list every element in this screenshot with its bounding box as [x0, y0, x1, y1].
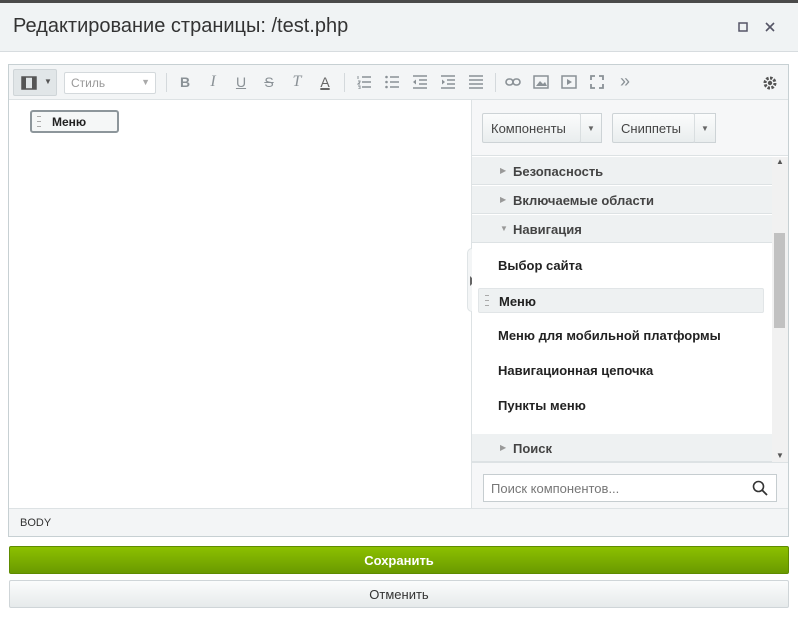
- panel-tabs: Компоненты ▼ Сниппеты ▼: [472, 100, 788, 156]
- toolbar-divider: [344, 73, 345, 92]
- fullscreen-icon[interactable]: [586, 72, 608, 92]
- drag-handle-icon: [37, 116, 41, 127]
- image-icon[interactable]: [530, 72, 552, 92]
- tree-item-label: Навигационная цепочка: [498, 363, 654, 378]
- scrollbar-thumb[interactable]: [774, 233, 785, 328]
- dialog-title: Редактирование страницы: /test.php: [13, 15, 349, 37]
- tree-item-label: Пункты меню: [498, 398, 586, 413]
- tab-components-dropdown[interactable]: ▼: [580, 113, 602, 143]
- tree-item-site-selector[interactable]: Выбор сайта: [478, 253, 764, 278]
- align-icon[interactable]: [465, 72, 487, 92]
- save-button[interactable]: Сохранить: [9, 546, 789, 574]
- scroll-up-icon[interactable]: ▲: [776, 157, 784, 166]
- tree-group-label: Безопасность: [513, 164, 604, 179]
- editor-toolbar: ▼ Стиль ▼ B I U S T A »: [9, 65, 788, 100]
- more-icon[interactable]: »: [614, 72, 636, 92]
- font-color-icon[interactable]: A: [314, 72, 336, 92]
- tree-group-search[interactable]: ▶ Поиск: [472, 434, 772, 462]
- components-panel: Компоненты ▼ Сниппеты ▼ ▶ Безопасность ▶…: [472, 100, 788, 508]
- tree-group-navigation[interactable]: ▼ Навигация: [472, 215, 772, 243]
- scroll-down-icon[interactable]: ▼: [776, 451, 784, 460]
- drag-handle-icon: [485, 295, 489, 306]
- chevron-down-icon: ▼: [141, 77, 150, 87]
- chevron-down-icon: ▼: [44, 77, 52, 86]
- dialog-titlebar: Редактирование страницы: /test.php: [0, 3, 798, 52]
- chevron-down-icon: ▼: [701, 124, 709, 133]
- tree-scrollbar[interactable]: ▲ ▼: [772, 157, 788, 462]
- tree-item-menu-items[interactable]: Пункты меню: [478, 393, 764, 418]
- unordered-list-icon[interactable]: [381, 72, 403, 92]
- tree-group-security[interactable]: ▶ Безопасность: [472, 157, 772, 185]
- caret-right-icon: ▶: [500, 195, 507, 204]
- tree-item-menu[interactable]: Меню: [478, 288, 764, 313]
- tab-snippets-dropdown[interactable]: ▼: [694, 113, 716, 143]
- bold-icon[interactable]: B: [174, 72, 196, 92]
- component-chip-menu[interactable]: Меню: [30, 110, 119, 133]
- indent-icon[interactable]: [437, 72, 459, 92]
- html-editor: ▼ Стиль ▼ B I U S T A » Меню Компоненты …: [8, 64, 789, 537]
- tree-item-label: Меню для мобильной платформы: [498, 328, 721, 343]
- underline-icon[interactable]: U: [230, 72, 252, 92]
- component-search-bar: Поиск компонентов...: [472, 462, 788, 508]
- search-icon[interactable]: [752, 480, 768, 496]
- tab-components[interactable]: Компоненты: [482, 113, 581, 143]
- component-chip-label: Меню: [52, 115, 87, 129]
- tree-item-breadcrumb[interactable]: Навигационная цепочка: [478, 358, 764, 383]
- tree-group-label: Включаемые области: [513, 193, 655, 208]
- italic-icon[interactable]: I: [202, 72, 224, 92]
- tab-snippets-label: Сниппеты: [621, 121, 682, 136]
- component-search-input[interactable]: Поиск компонентов...: [483, 474, 777, 502]
- caret-right-icon: ▶: [500, 443, 507, 452]
- tree-group-label: Поиск: [513, 441, 553, 456]
- tree-group-include-areas[interactable]: ▶ Включаемые области: [472, 186, 772, 214]
- caret-down-icon: ▼: [500, 224, 508, 233]
- tree-item-label: Выбор сайта: [498, 258, 583, 273]
- cancel-button[interactable]: Отменить: [9, 580, 789, 608]
- tab-components-label: Компоненты: [491, 121, 566, 136]
- video-icon[interactable]: [558, 72, 580, 92]
- dom-path[interactable]: BODY: [20, 517, 51, 529]
- style-select-value: Стиль: [71, 76, 106, 90]
- search-placeholder: Поиск компонентов...: [491, 481, 620, 496]
- ordered-list-icon[interactable]: [353, 72, 375, 92]
- components-tree: ▶ Безопасность ▶ Включаемые области ▼ На…: [472, 157, 772, 462]
- toolbar-divider: [166, 73, 167, 92]
- settings-icon[interactable]: [759, 72, 781, 92]
- style-select[interactable]: Стиль ▼: [64, 72, 156, 94]
- link-icon[interactable]: [502, 72, 524, 92]
- close-icon[interactable]: [762, 20, 778, 36]
- outdent-icon[interactable]: [409, 72, 431, 92]
- tree-item-label: Меню: [499, 294, 537, 309]
- maximize-icon[interactable]: [735, 20, 751, 36]
- remove-format-icon[interactable]: T: [286, 72, 308, 92]
- editor-content-area[interactable]: Меню: [9, 100, 472, 508]
- toolbar-divider: [495, 73, 496, 92]
- tree-item-mobile-menu[interactable]: Меню для мобильной платформы: [478, 323, 764, 348]
- chevron-down-icon: ▼: [587, 124, 595, 133]
- caret-right-icon: ▶: [500, 166, 507, 175]
- view-mode-button[interactable]: ▼: [13, 69, 57, 96]
- view-mode-icon: [21, 76, 37, 90]
- tab-snippets[interactable]: Сниппеты: [612, 113, 695, 143]
- tree-group-label: Навигация: [513, 222, 582, 237]
- editor-statusbar: BODY: [9, 508, 788, 536]
- strikethrough-icon[interactable]: S: [258, 72, 280, 92]
